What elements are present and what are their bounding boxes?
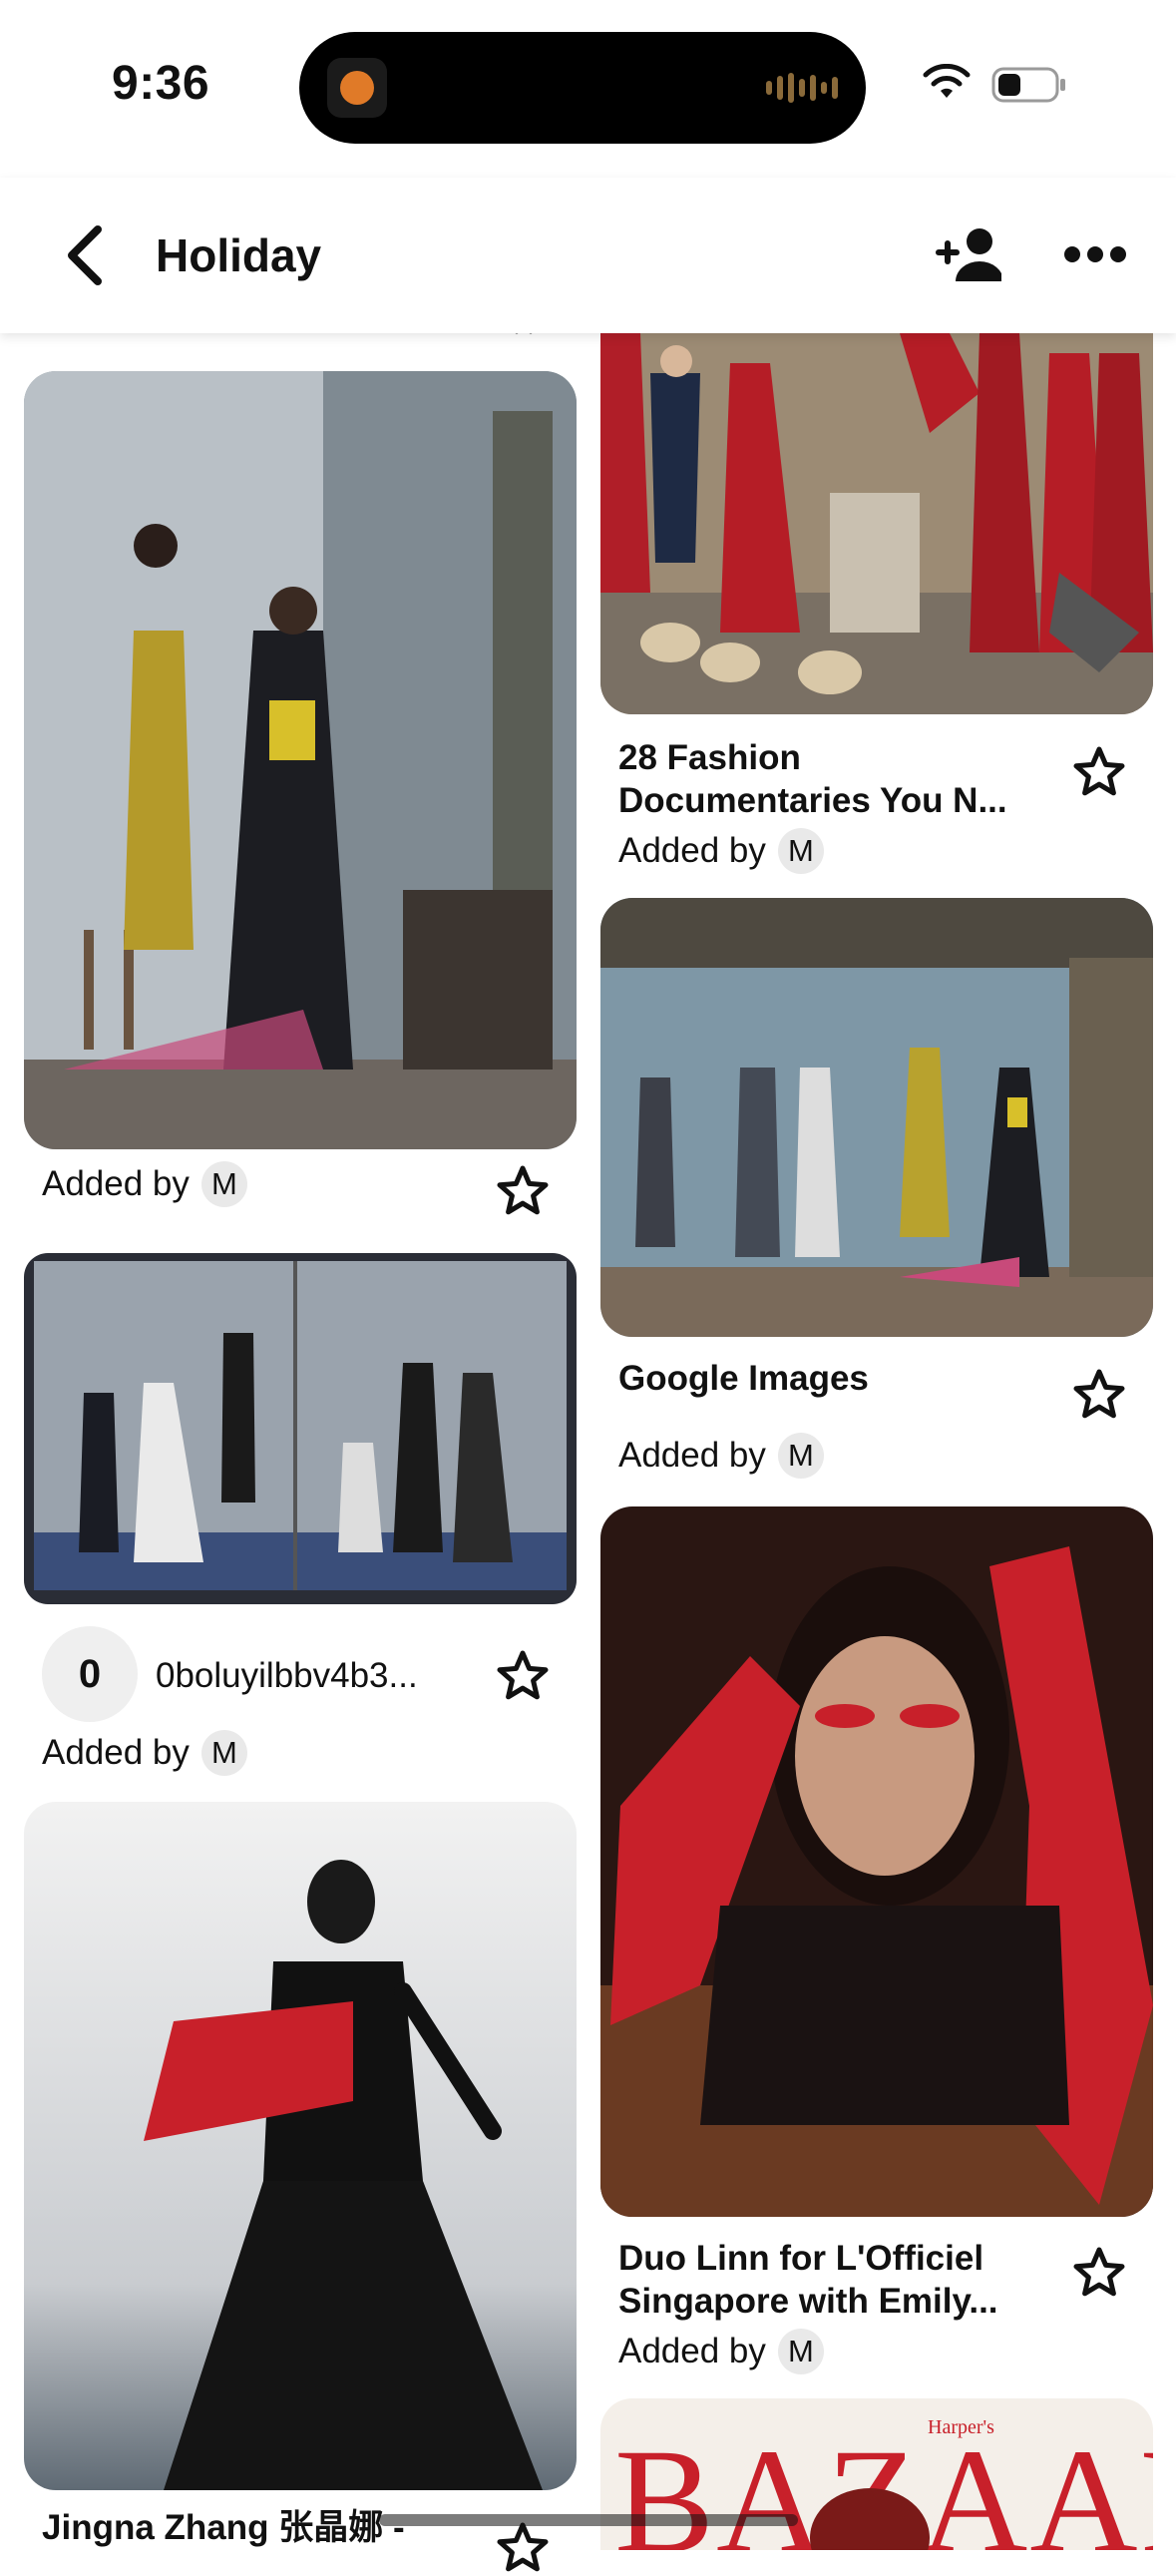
avatar[interactable]: M xyxy=(777,828,824,874)
pin-title-line: Duo Linn for L'Officiel xyxy=(618,2239,984,2278)
pin-title[interactable]: 28 Fashion Documentaries You N... xyxy=(618,736,1057,822)
pin-title[interactable]: Jingna Zhang 张晶娜 - xyxy=(42,2506,405,2549)
wifi-icon xyxy=(923,64,971,98)
avatar[interactable]: M xyxy=(200,1730,247,1776)
added-by-row: Added by M xyxy=(618,1433,824,1479)
pin-title-line: Documentaries You N... xyxy=(618,781,1007,820)
pin-image-fashion-studio[interactable] xyxy=(24,371,577,1149)
pin-title[interactable]: Duo Linn for L'Officiel Singapore with E… xyxy=(618,2237,1057,2323)
star-icon[interactable] xyxy=(1071,744,1127,800)
pin-image-red-gowns-pugs[interactable] xyxy=(600,333,1153,714)
added-by-row: Added by M xyxy=(618,2329,824,2374)
added-by-label: Added by xyxy=(618,1436,766,1475)
star-icon[interactable] xyxy=(495,1163,551,1219)
avatar[interactable]: M xyxy=(777,2329,824,2374)
status-time: 9:36 xyxy=(112,57,210,110)
star-icon[interactable] xyxy=(1071,1367,1127,1423)
pin-image-red-gloves-portrait[interactable] xyxy=(600,1506,1153,2217)
added-by-label: Added by xyxy=(618,2332,766,2370)
pin-image-black-gown[interactable] xyxy=(24,1802,577,2490)
star-icon[interactable] xyxy=(1071,2245,1127,2301)
pin-image-harpers-bazaar-cover[interactable]: Harper's BAZAAR xyxy=(600,2398,1153,2550)
now-playing-app-icon xyxy=(327,58,387,118)
more-options-icon[interactable] xyxy=(1063,241,1127,267)
added-by-row: Added by M xyxy=(42,1730,247,1776)
add-collaborator-icon[interactable] xyxy=(934,225,1001,283)
back-arrow-icon[interactable] xyxy=(58,223,114,287)
board-title: Holiday xyxy=(156,229,322,281)
audio-waveform-icon xyxy=(766,72,838,104)
cover-figure xyxy=(810,2488,930,2550)
pin-title[interactable]: Google Images xyxy=(618,1357,869,1400)
pin-image-models-studio[interactable] xyxy=(600,898,1153,1337)
home-indicator xyxy=(379,2514,798,2526)
dynamic-island xyxy=(299,32,866,144)
avatar[interactable]: M xyxy=(777,1433,824,1479)
battery-icon xyxy=(991,67,1065,103)
pin-title-line: Singapore with Emily... xyxy=(618,2282,998,2321)
star-icon[interactable] xyxy=(495,1648,551,1704)
pin-source[interactable]: 0boluyilbbv4b3... xyxy=(156,1656,418,1696)
avatar[interactable]: M xyxy=(200,1161,247,1207)
added-by-row: Added by M xyxy=(618,828,824,874)
pin-image-magazine-spread[interactable] xyxy=(24,1253,577,1604)
added-by-row: Added by M xyxy=(42,1161,247,1207)
added-by-label: Added by xyxy=(42,1164,190,1203)
added-by-label: Added by xyxy=(42,1733,190,1772)
pin-count-badge: 0 xyxy=(42,1626,138,1722)
pin-title-line: 28 Fashion xyxy=(618,738,801,777)
added-by-label: Added by xyxy=(618,831,766,870)
star-icon[interactable] xyxy=(495,2520,551,2576)
